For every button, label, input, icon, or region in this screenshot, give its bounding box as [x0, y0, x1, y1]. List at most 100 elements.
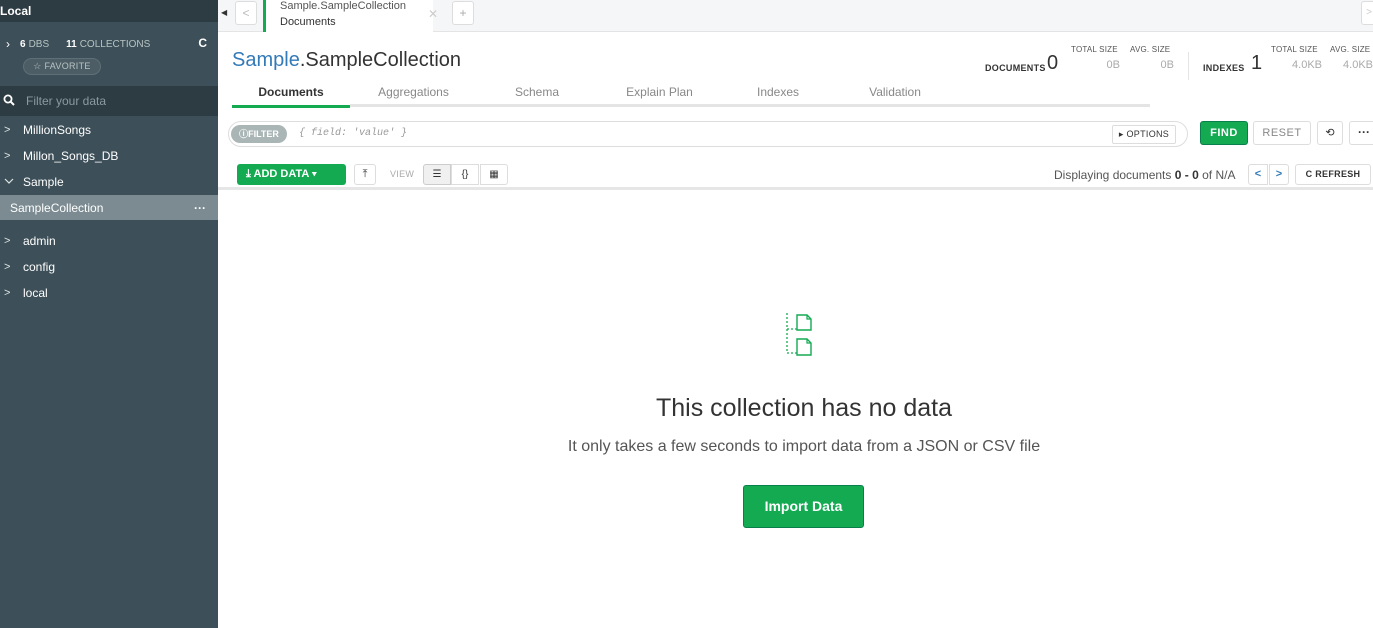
collapse-sidebar-icon[interactable]: ◀ — [221, 8, 227, 17]
workspace-tabs: ◀ < Sample.SampleCollection Documents ✕ … — [218, 0, 1373, 32]
sidebar-filter — [0, 86, 218, 116]
more-options-button[interactable]: ··· — [1349, 121, 1373, 145]
chevron-right-icon: > — [1275, 168, 1283, 180]
db-name: admin — [23, 234, 56, 248]
doc-total-size-label: TOTAL SIZE — [1071, 45, 1118, 54]
filter-badge: ⓘFILTER — [231, 125, 287, 143]
search-icon — [3, 94, 21, 109]
documents-count: 0 — [1047, 52, 1059, 74]
stats-divider — [1188, 52, 1189, 80]
collection-subtabs: Documents Aggregations Schema Explain Pl… — [232, 80, 956, 108]
chevron-right-icon[interactable]: > — [4, 261, 23, 273]
add-data-label: ADD DATA — [253, 168, 309, 180]
reset-button[interactable]: RESET — [1253, 121, 1311, 145]
empty-state-subtitle: It only takes a few seconds to import da… — [567, 438, 1041, 455]
add-data-button[interactable]: ⤓ ADD DATA ▾ — [237, 164, 346, 185]
doc-avg-size: 0B — [1160, 59, 1174, 71]
history-icon: ⟲ — [1325, 127, 1335, 139]
view-label: VIEW — [390, 169, 415, 179]
connection-title: Local — [0, 0, 218, 22]
next-page-button[interactable]: > — [1269, 164, 1289, 185]
chevron-right-icon[interactable]: > — [4, 150, 23, 162]
tab-title: Sample.SampleCollection — [280, 0, 406, 12]
range-separator: - — [1181, 168, 1193, 182]
sidebar-item-db[interactable]: > local — [0, 280, 218, 306]
chevron-right-icon[interactable]: > — [4, 235, 23, 247]
export-button[interactable]: ⤒ — [354, 164, 376, 185]
find-button[interactable]: FIND — [1200, 121, 1248, 145]
query-bar: ⓘFILTER { field: 'value' } ▸ OPTIONS FIN… — [228, 120, 1373, 148]
refresh-label: REFRESH — [1315, 169, 1361, 179]
sidebar-item-db[interactable]: > MillionSongs — [0, 117, 218, 143]
query-history-button[interactable]: ⟲ — [1317, 121, 1343, 145]
db-name: MillionSongs — [23, 123, 92, 137]
range-end: 0 — [1192, 168, 1199, 182]
sidebar-item-db[interactable]: > Millon_Songs_DB — [0, 143, 218, 169]
chevron-down-icon[interactable] — [4, 176, 23, 188]
idx-total-size-label: TOTAL SIZE — [1271, 45, 1318, 54]
favorite-button[interactable]: ☆ FAVORITE — [23, 58, 101, 75]
tab-validation[interactable]: Validation — [834, 80, 956, 108]
tab-documents[interactable]: Documents — [232, 80, 350, 108]
empty-state-title: This collection has no data — [655, 394, 952, 422]
options-label: OPTIONS — [1126, 129, 1170, 139]
db-name: local — [23, 286, 48, 300]
documents-label: DOCUMENTS — [985, 63, 1046, 73]
sidebar-header: Local › 6 DBS 11 COLLECTIONS C ☆ FAVORIT… — [0, 0, 218, 86]
refresh-icon: C — [1305, 169, 1316, 179]
filter-query-input[interactable]: ⓘFILTER { field: 'value' } ▸ OPTIONS — [228, 121, 1188, 147]
prev-page-button[interactable]: < — [1248, 164, 1268, 185]
tab-scroll-left-button[interactable]: < — [235, 1, 257, 25]
documents-toolbar: ⤓ ADD DATA ▾ ⤒ VIEW ☰ {} ▦ Displaying do… — [218, 162, 1373, 190]
filter-input[interactable] — [26, 94, 206, 108]
db-name: Sample — [23, 175, 64, 189]
sidebar: Local › 6 DBS 11 COLLECTIONS C ☆ FAVORIT… — [0, 0, 218, 628]
options-button[interactable]: ▸ OPTIONS — [1112, 125, 1176, 144]
sidebar-item-db[interactable]: > admin — [0, 228, 218, 254]
table-view-button[interactable]: ▦ — [480, 164, 508, 185]
collections-label: COLLECTIONS — [79, 38, 151, 50]
displaying-prefix: Displaying documents — [1054, 168, 1175, 182]
upload-icon: ⤒ — [362, 168, 368, 180]
main-panel: ◀ < Sample.SampleCollection Documents ✕ … — [218, 0, 1373, 628]
tab-explain-plan[interactable]: Explain Plan — [597, 80, 722, 108]
db-name: Millon_Songs_DB — [23, 149, 119, 163]
tab-indexes[interactable]: Indexes — [722, 80, 834, 108]
instance-stats: › 6 DBS 11 COLLECTIONS — [6, 37, 167, 51]
chevron-right-icon[interactable]: › — [6, 37, 10, 51]
json-view-button[interactable]: {} — [451, 164, 479, 185]
indexes-count: 1 — [1251, 52, 1263, 74]
idx-total-size: 4.0KB — [1292, 59, 1322, 71]
tab-scroll-right-button[interactable]: > — [1361, 1, 1373, 25]
tab-schema[interactable]: Schema — [477, 80, 597, 108]
collection-name: SampleCollection — [10, 200, 104, 215]
refresh-icon[interactable]: C — [198, 36, 207, 50]
chevron-right-icon[interactable]: > — [4, 287, 23, 299]
idx-avg-size: 4.0KB — [1343, 59, 1373, 71]
sidebar-item-db[interactable]: > config — [0, 254, 218, 280]
collection-menu-icon[interactable]: ··· — [194, 201, 206, 215]
indexes-label: INDEXES — [1203, 63, 1245, 73]
dbs-label: DBS — [28, 38, 50, 50]
sidebar-item-collection-selected[interactable]: SampleCollection ··· — [0, 195, 218, 220]
chevron-right-icon[interactable]: > — [4, 124, 23, 136]
close-icon[interactable]: ✕ — [428, 7, 438, 21]
list-icon: ☰ — [432, 169, 442, 180]
new-tab-button[interactable]: + — [452, 1, 474, 25]
refresh-button[interactable]: C REFRESH — [1295, 164, 1371, 185]
list-view-button[interactable]: ☰ — [423, 164, 451, 185]
sidebar-item-db[interactable]: Sample — [0, 169, 218, 195]
compass-window: Local › 6 DBS 11 COLLECTIONS C ☆ FAVORIT… — [0, 0, 1373, 628]
documents-icon — [783, 313, 823, 361]
range-total: of N/A — [1198, 168, 1236, 182]
table-icon: ▦ — [489, 169, 499, 180]
tab-sample-collection[interactable]: Sample.SampleCollection Documents ✕ — [263, 0, 438, 32]
collections-count: 11 — [66, 38, 77, 50]
filter-badge-label: FILTER — [248, 129, 279, 139]
tab-subtitle: Documents — [280, 16, 336, 28]
tab-aggregations[interactable]: Aggregations — [350, 80, 477, 108]
caret-down-icon: ▾ — [308, 168, 317, 180]
doc-total-size: 0B — [1106, 59, 1120, 71]
pagination-summary: Displaying documents 0 - 0 of N/A — [1054, 168, 1235, 182]
import-data-button[interactable]: Import Data — [743, 485, 864, 528]
